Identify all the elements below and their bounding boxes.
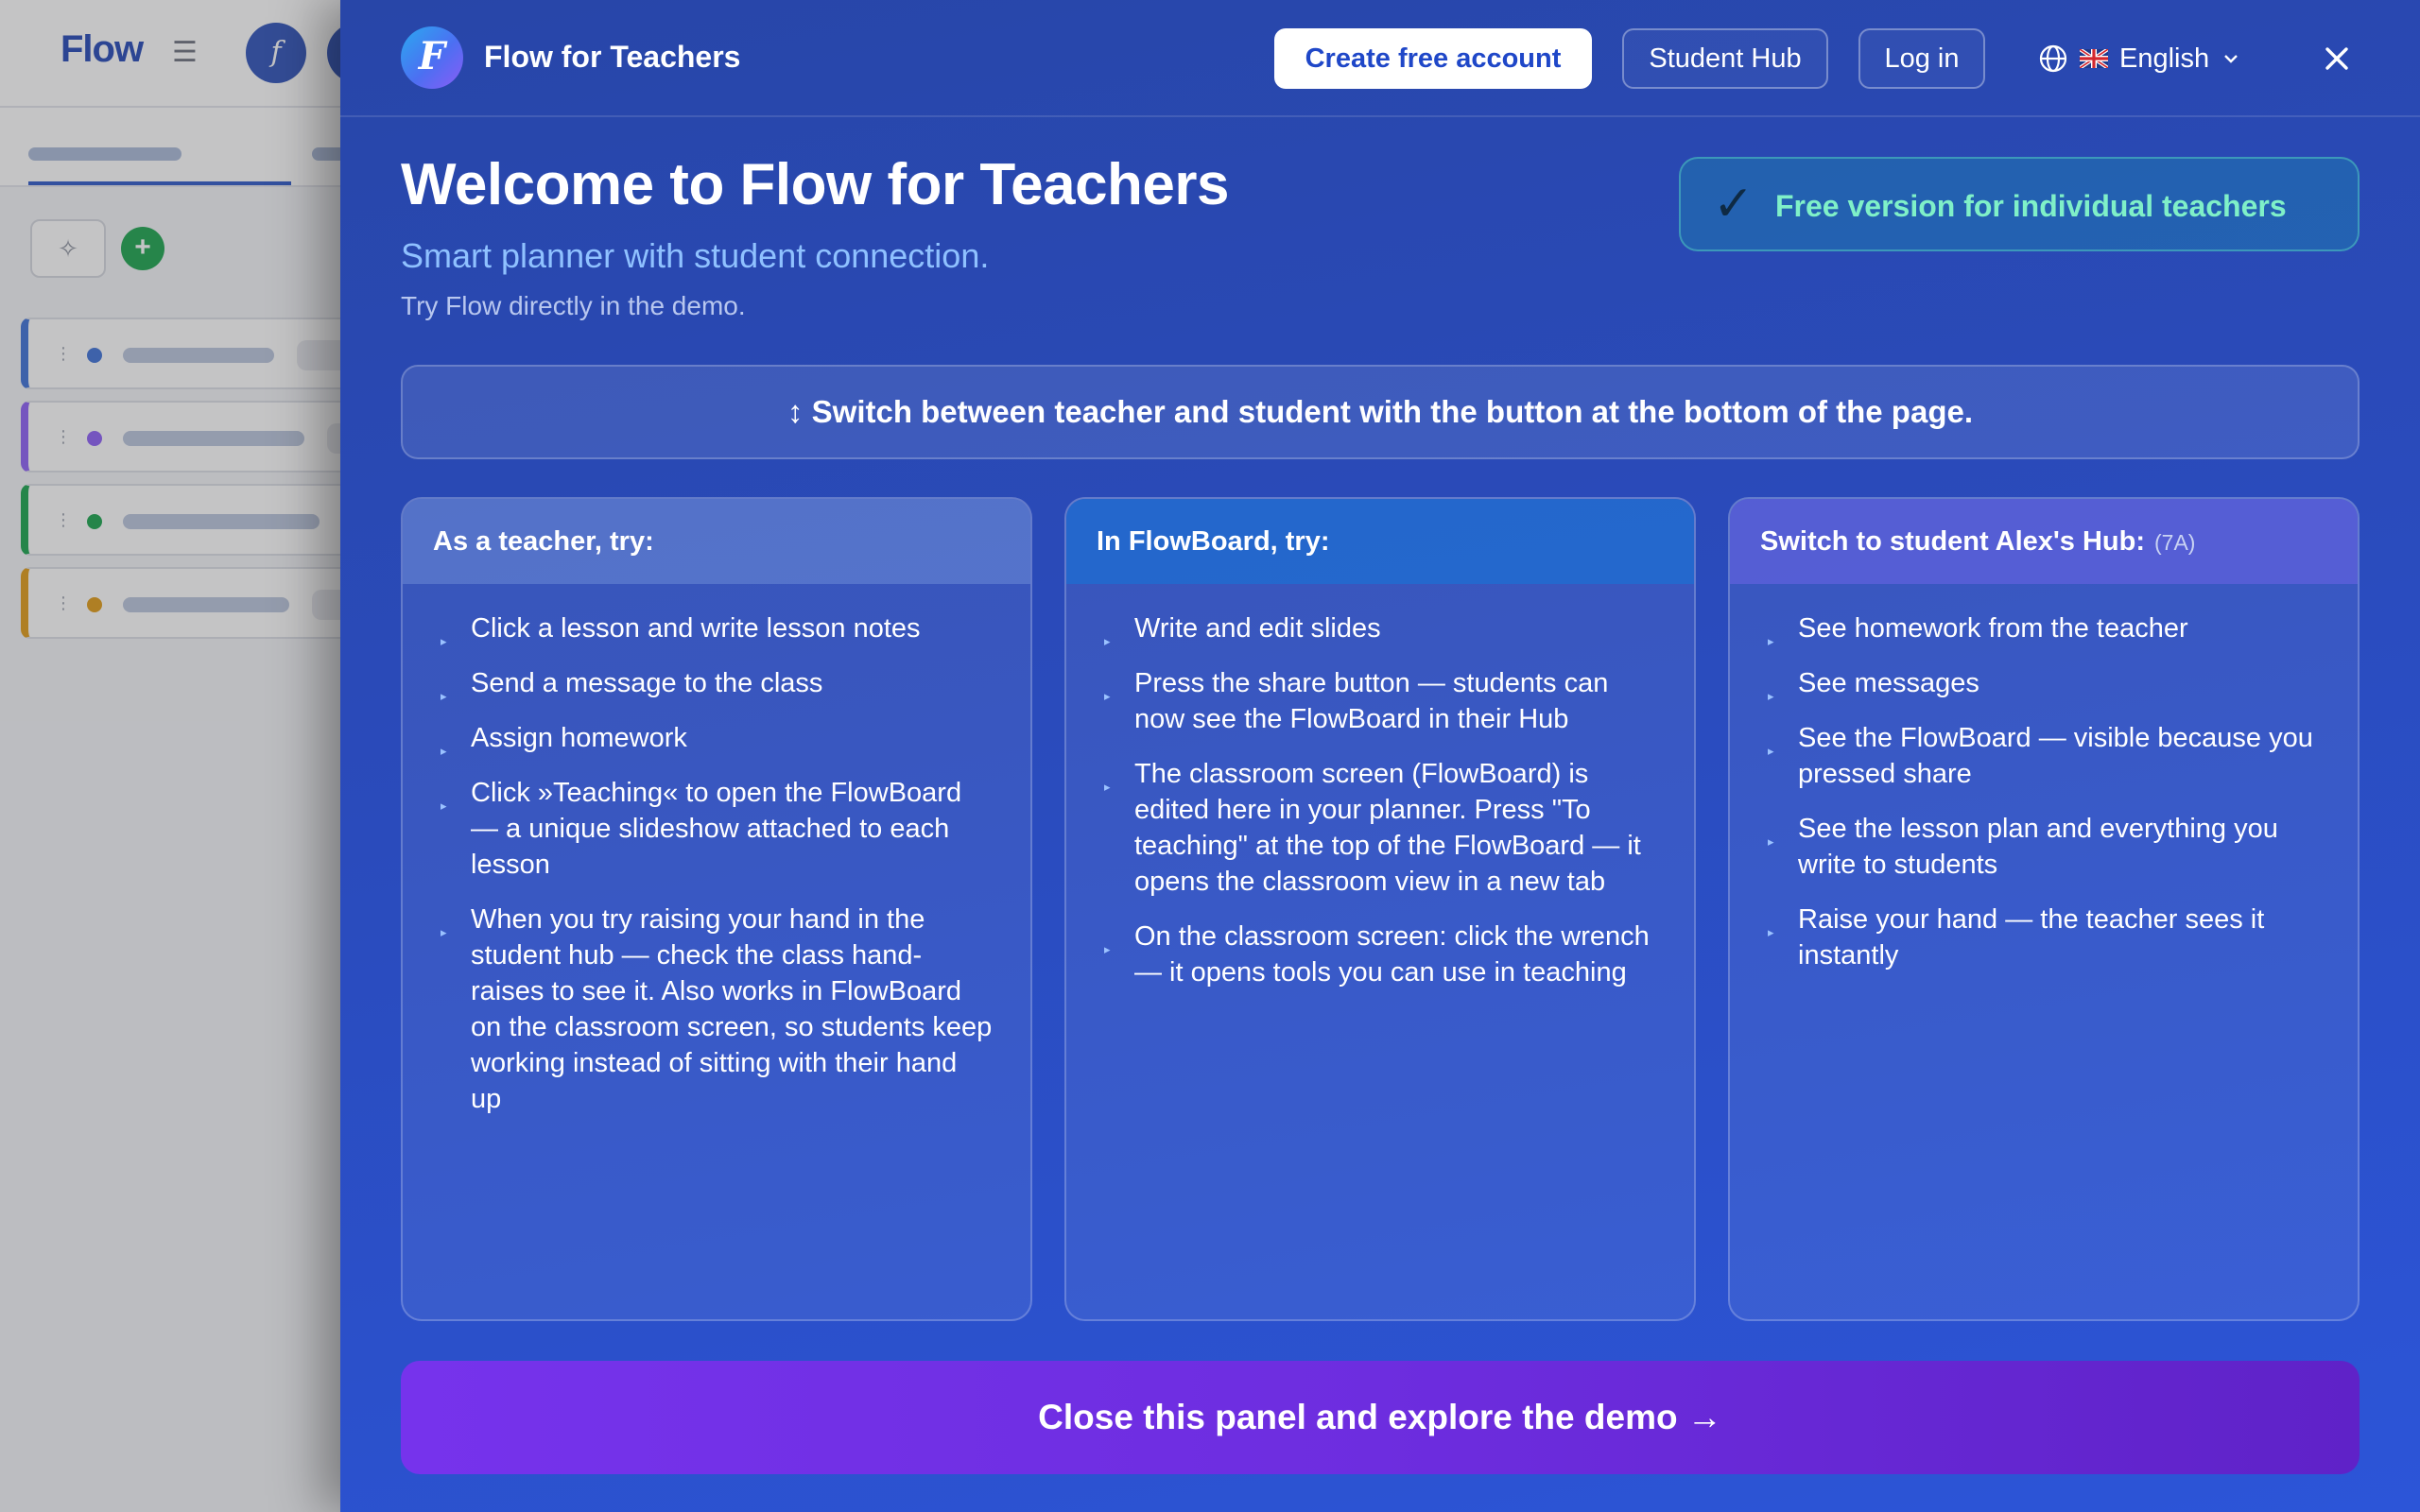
bullet-icon: ▸: [441, 634, 447, 648]
list-item: ▸ Press the share button — students can n…: [1104, 668, 1609, 734]
bullet-icon: ▸: [441, 925, 447, 939]
flowboard-tips-card: In FlowBoard, try: ▸ Write and edit slide…: [1064, 497, 1696, 1321]
welcome-panel: F Flow for Teachers Create free account …: [340, 0, 2420, 1512]
bullet-icon: ▸: [1768, 744, 1774, 758]
bullet-icon: ▸: [1768, 925, 1774, 939]
list-item: ▸ Click »Teaching« to open the FlowBoard …: [441, 778, 962, 880]
tips-list: ▸ Write and edit slides ▸ Press the share …: [1066, 584, 1694, 990]
card-title: As a teacher, try:: [403, 499, 1030, 584]
panel-header: F Flow for Teachers Create free account …: [340, 0, 2420, 117]
list-item: ▸ Send a message to the class: [441, 665, 993, 703]
bullet-icon: ▸: [1104, 942, 1111, 956]
subtitle: Smart planner with student connection.: [401, 236, 990, 275]
list-item: ▸ Write and edit slides: [1104, 610, 1656, 648]
demo-hint: Try Flow directly in the demo.: [401, 291, 746, 320]
list-item: ▸ Click a lesson and write lesson notes: [441, 610, 993, 648]
card-header: Switch to student Alex's Hub: (7A): [1730, 499, 2358, 584]
bullet-icon: ▸: [441, 744, 447, 758]
free-version-label: Free version for individual teachers: [1775, 189, 2287, 223]
list-item: ▸ Assign homework: [441, 720, 993, 758]
list-item: ▸ See messages: [1768, 665, 2320, 703]
language-label: English: [2119, 43, 2210, 74]
tips-list: ▸ Click a lesson and write lesson notes ▸…: [403, 584, 1030, 1117]
card-title: In FlowBoard, try:: [1066, 499, 1694, 584]
bullet-icon: ▸: [441, 689, 447, 703]
brand-name: Flow for Teachers: [484, 40, 741, 74]
brand-logo: F: [401, 26, 463, 89]
bullet-icon: ▸: [1104, 780, 1111, 794]
free-version-badge: ✓ Free version for individual teachers: [1679, 157, 2360, 251]
student-hub-button[interactable]: Student Hub: [1622, 28, 1828, 89]
globe-icon: [2038, 43, 2068, 74]
tips-list: ▸ See homework from the teacher ▸ See mess…: [1730, 584, 2358, 973]
list-item: ▸ See homework from the teacher: [1768, 610, 2320, 648]
switch-info-banner: ↕ Switch between teacher and student wit…: [401, 365, 2360, 459]
card-title: Switch to student Alex's Hub:: [1760, 526, 2146, 557]
checkmark-icon: ✓: [1713, 177, 1754, 232]
chevron-down-icon: [2221, 48, 2241, 69]
uk-flag-icon: [2080, 49, 2108, 68]
class-tag: (7A): [2154, 530, 2196, 555]
teacher-tips-card: As a teacher, try: ▸ Click a lesson and w…: [401, 497, 1032, 1321]
list-item: ▸ Raise your hand — the teacher sees it i…: [1768, 904, 2265, 971]
list-item: ▸ See the FlowBoard — visible because you…: [1768, 723, 2313, 789]
bullet-icon: ▸: [1104, 634, 1111, 648]
close-panel-button[interactable]: Close this panel and explore the demo →: [401, 1361, 2360, 1474]
list-item: ▸ See the lesson plan and everything you …: [1768, 814, 2278, 880]
create-account-button[interactable]: Create free account: [1274, 28, 1592, 89]
bullet-icon: ▸: [1104, 689, 1111, 703]
list-item: ▸ On the classroom screen: click the wren…: [1104, 921, 1650, 988]
bullet-icon: ▸: [1768, 634, 1774, 648]
bullet-icon: ▸: [441, 799, 447, 813]
bullet-icon: ▸: [1768, 834, 1774, 849]
list-item: ▸ The classroom screen (FlowBoard) is edi…: [1104, 759, 1641, 897]
language-selector[interactable]: English: [2038, 36, 2241, 81]
close-icon[interactable]: [2312, 34, 2361, 83]
student-hub-tips-card: Switch to student Alex's Hub: (7A) ▸ See h…: [1728, 497, 2360, 1321]
list-item: ▸ When you try raising your hand in the s…: [441, 904, 993, 1114]
login-button[interactable]: Log in: [1858, 28, 1985, 89]
page-title: Welcome to Flow for Teachers: [401, 152, 1230, 217]
bullet-icon: ▸: [1768, 689, 1774, 703]
